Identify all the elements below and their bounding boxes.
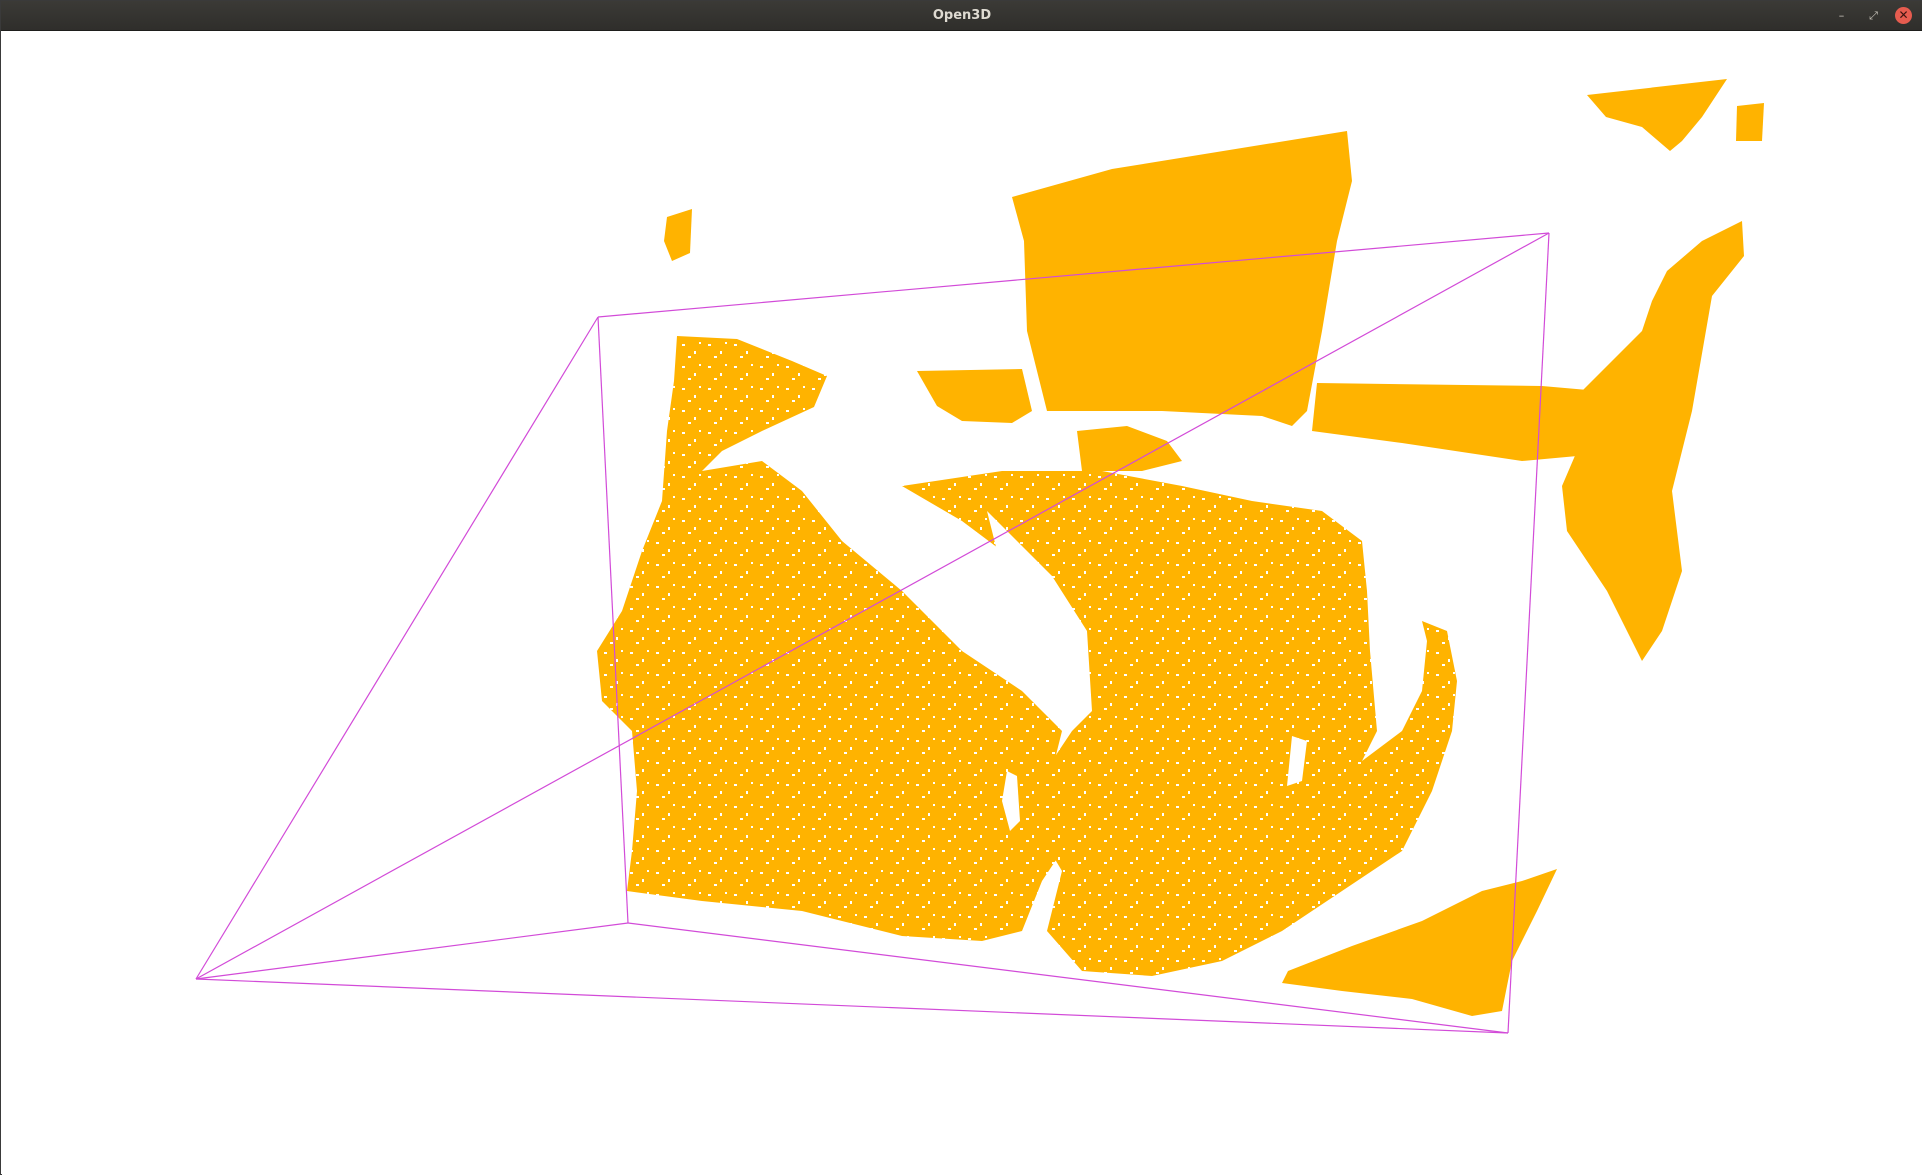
maximize-icon[interactable]: ⤢	[1865, 7, 1882, 24]
frustum-edge	[195, 922, 629, 980]
point-cluster	[664, 209, 692, 261]
title-bar[interactable]: Open3D – ⤢ ✕	[1, 1, 1922, 31]
point-cluster	[597, 336, 1082, 941]
point-cluster	[917, 369, 1032, 423]
app-window: Open3D – ⤢ ✕	[0, 0, 1922, 1175]
close-icon[interactable]: ✕	[1895, 7, 1912, 24]
point-cloud	[597, 79, 1764, 1016]
point-cluster	[1562, 221, 1744, 661]
point-cluster	[1587, 79, 1727, 151]
frustum-edge	[195, 978, 1509, 1034]
window-title: Open3D	[932, 8, 992, 23]
scene-canvas[interactable]	[2, 31, 1922, 1175]
3d-viewport[interactable]	[2, 31, 1922, 1175]
frustum-edge	[195, 316, 599, 980]
point-cluster	[1012, 131, 1352, 426]
minimize-icon[interactable]: –	[1833, 7, 1850, 24]
point-cluster	[1736, 103, 1764, 141]
